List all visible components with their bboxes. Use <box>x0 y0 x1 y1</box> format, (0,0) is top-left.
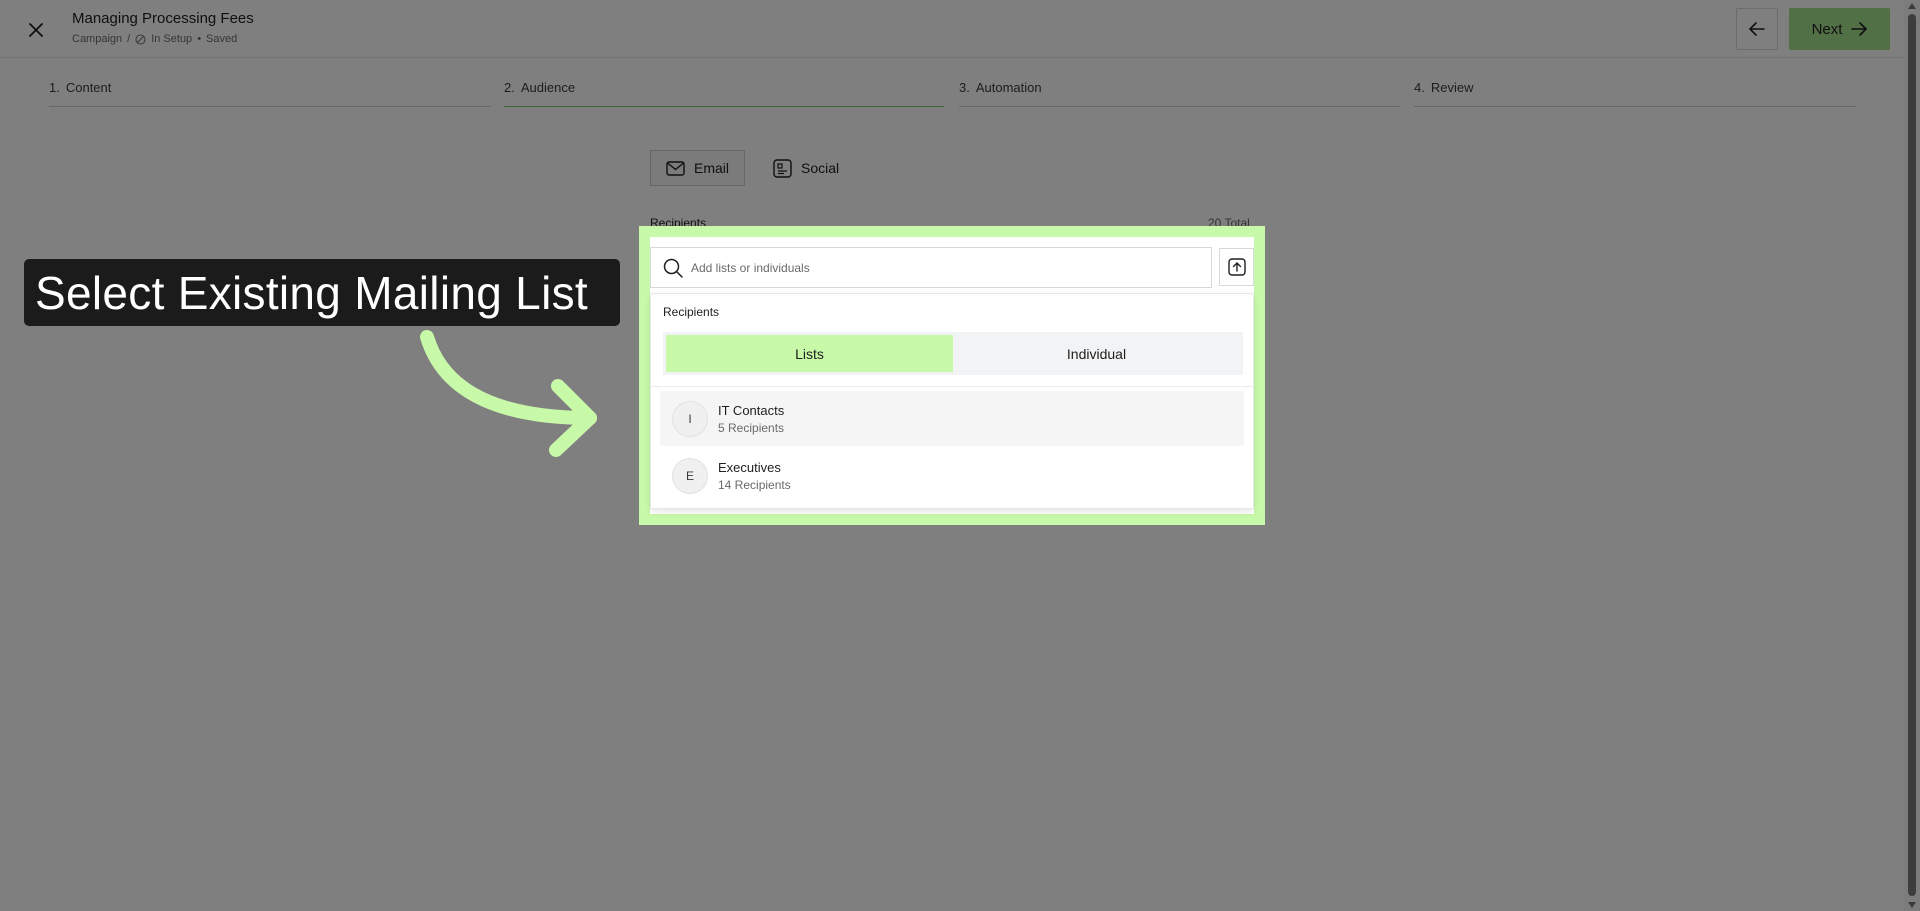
avatar: I <box>672 400 708 437</box>
list-item-text: IT Contacts 5 Recipients <box>718 403 784 435</box>
scroll-down-icon[interactable] <box>1908 902 1916 908</box>
scroll-up-icon[interactable] <box>1908 3 1916 9</box>
list-count: 5 Recipients <box>718 420 785 435</box>
list-item-it-contacts[interactable]: I IT Contacts 5 Recipients <box>660 391 1244 446</box>
list-name: Executives <box>718 459 781 475</box>
list-item-executives[interactable]: E Executives 14 Recipients <box>660 448 1244 503</box>
tutorial-callout: Select Existing Mailing List <box>24 259 620 326</box>
divider <box>651 386 1253 387</box>
upload-button[interactable] <box>1219 248 1254 286</box>
avatar: E <box>672 457 708 494</box>
search-icon <box>663 258 683 278</box>
list-item-text: Executives 14 Recipients <box>718 460 791 492</box>
recipients-dropdown: Recipients Lists Individual I IT Contact… <box>650 293 1254 509</box>
list-count: 14 Recipients <box>718 477 791 492</box>
recipient-search[interactable] <box>650 247 1212 288</box>
search-input[interactable] <box>691 260 1191 275</box>
list-name: IT Contacts <box>718 402 785 418</box>
scrollbar-thumb[interactable] <box>1908 14 1916 896</box>
curved-arrow-icon <box>420 330 597 457</box>
tab-lists[interactable]: Lists <box>666 335 953 372</box>
upload-icon <box>1227 258 1246 276</box>
tab-individual[interactable]: Individual <box>953 335 1240 372</box>
dropdown-title: Recipients <box>663 305 720 319</box>
list-type-toggle: Lists Individual <box>663 332 1243 375</box>
scrollbar[interactable] <box>1904 0 1920 911</box>
